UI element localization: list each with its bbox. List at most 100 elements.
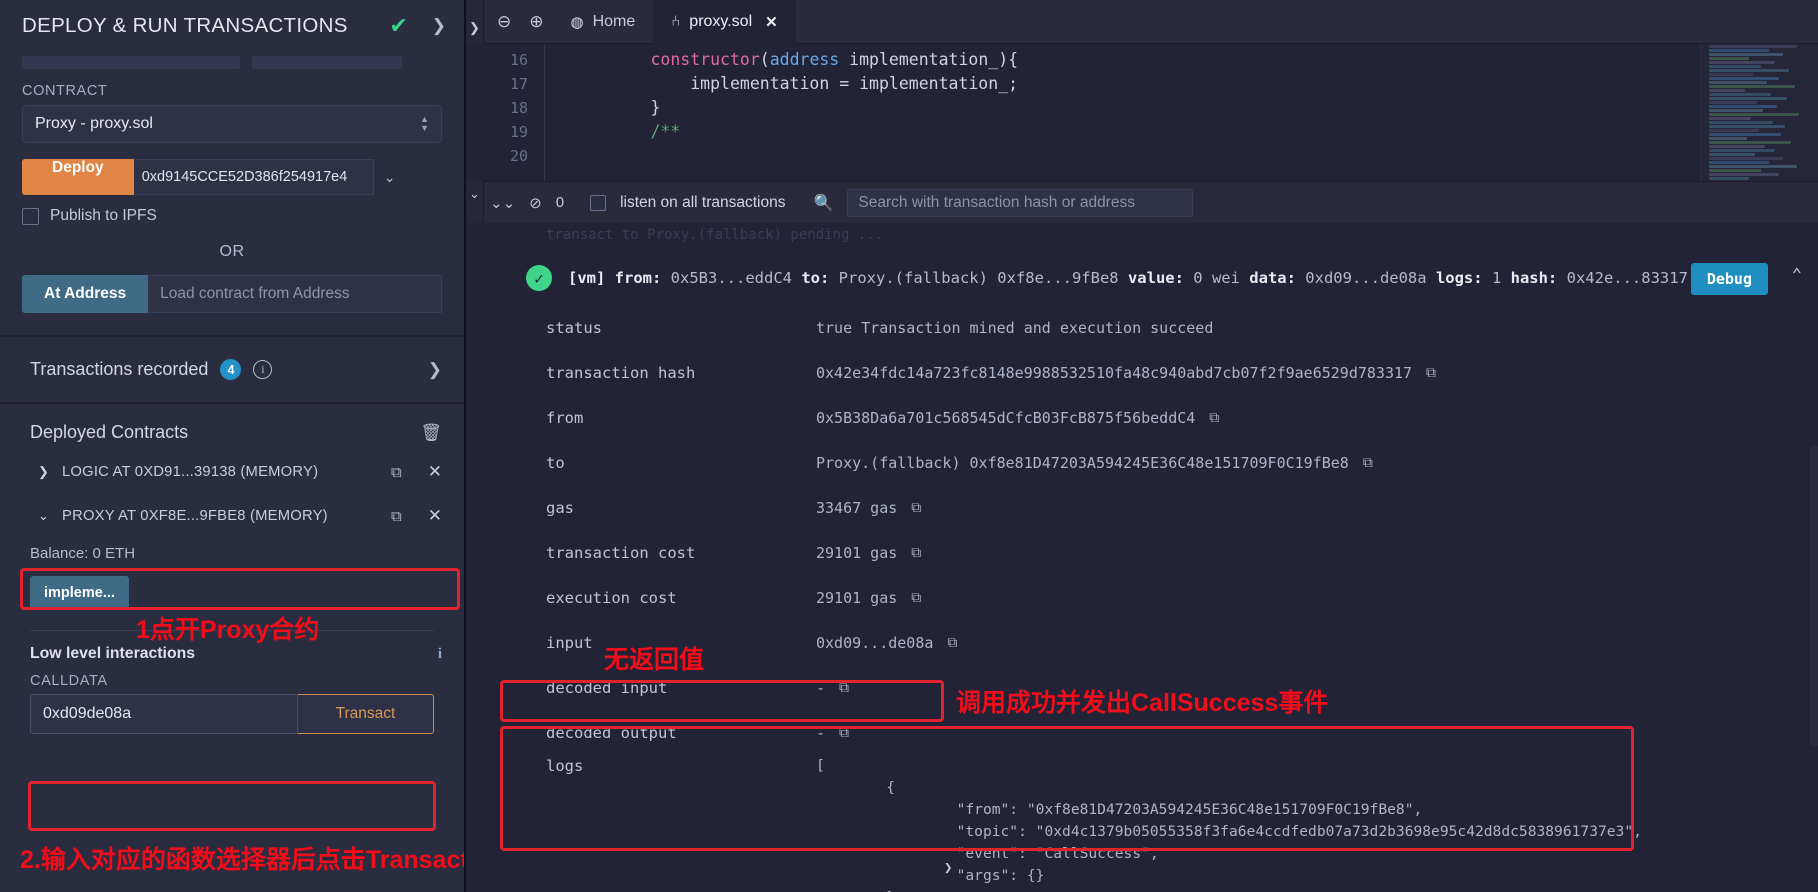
publish-ipfs-label: Publish to IPFS [50, 207, 157, 224]
info-icon[interactable]: i [438, 646, 442, 663]
summary-key: to: [801, 269, 830, 287]
summary-key: from: [614, 269, 662, 287]
info-icon[interactable]: i [253, 360, 273, 379]
chevron-right-icon[interactable]: ❯ [428, 360, 442, 380]
code-editor[interactable]: 16 17 18 19 20 constructor(address imple… [466, 44, 1818, 181]
copy-icon[interactable]: ⧉ [911, 500, 921, 516]
zoom-out-icon[interactable]: ⊖ [497, 12, 511, 32]
summary-value: 0xd09...de08a [1295, 269, 1436, 287]
search-icon[interactable]: 🔍 [813, 193, 833, 213]
summary-value: 0x42e...83317 [1557, 269, 1688, 287]
editor-minimap[interactable] [1700, 44, 1818, 181]
publish-ipfs-row[interactable]: Publish to IPFS [22, 207, 442, 225]
chevron-right-icon[interactable]: ❯ [432, 16, 446, 36]
implementation-button[interactable]: impleme... [30, 576, 129, 610]
copy-icon[interactable]: ⧉ [1363, 455, 1373, 471]
minimap-line [1709, 45, 1797, 48]
chevron-down-icon[interactable]: ⌄ [466, 186, 483, 202]
deployed-contracts-title: Deployed Contracts [30, 422, 189, 442]
minimap-line [1709, 161, 1769, 164]
copy-icon[interactable]: ⧉ [911, 545, 921, 561]
transaction-summary-header[interactable]: ✓ [vm] from: 0x5B3...eddC4 to: Proxy.(fa… [484, 243, 1818, 295]
tab-proxy-sol[interactable]: ⑃ proxy.sol ✕ [653, 0, 796, 44]
copy-icon[interactable]: ⧉ [391, 464, 402, 481]
minimap-line [1709, 61, 1775, 64]
copy-icon[interactable]: ⧉ [391, 508, 402, 525]
close-icon[interactable]: ✕ [428, 506, 442, 526]
chevron-down-icon[interactable]: ⌄ [38, 508, 50, 524]
placeholder-bar-right [252, 56, 402, 69]
copy-icon[interactable]: ⧉ [947, 635, 957, 651]
deployed-contract-logic[interactable]: ❯ LOGIC AT 0XD91...39138 (MEMORY) ⧉ ✕ [0, 453, 464, 491]
contract-select[interactable]: Proxy - proxy.sol ▲ ▼ [22, 105, 442, 143]
deployed-contract-proxy[interactable]: ⌄ PROXY AT 0XF8E...9FBE8 (MEMORY) ⧉ ✕ [0, 497, 464, 535]
copy-icon[interactable]: ⧉ [1209, 410, 1219, 426]
deploy-button[interactable]: Deploy [22, 159, 134, 195]
detail-row: execution cost 29101 gas ⧉ [484, 575, 1818, 620]
close-icon[interactable]: ✕ [428, 462, 442, 482]
detail-key: execution cost [546, 588, 677, 607]
detail-value-wrap: - ⧉ [816, 724, 849, 742]
copy-icon[interactable]: ⧉ [839, 680, 849, 696]
line-number: 20 [509, 147, 528, 165]
code-token: /** [650, 122, 681, 141]
search-input[interactable]: Search with transaction hash or address [847, 188, 1194, 217]
code-line: } [571, 96, 1818, 120]
chevron-down-icon[interactable]: ⌄ [384, 169, 396, 186]
transactions-recorded-row[interactable]: Transactions recorded 4 i ❯ [0, 337, 464, 402]
chevron-right-icon[interactable]: ❯ [466, 20, 483, 36]
calldata-input[interactable]: 0xd09de08a [30, 694, 298, 734]
main-area: ❯ ⌄ ⌄ ⊖ ⊕ ◍ Home ⑃ proxy.sol ✕ 16 17 18 [466, 0, 1818, 892]
copy-icon[interactable]: ⧉ [1426, 365, 1436, 381]
placeholder-bar-left [22, 56, 240, 69]
deploy-run-panel: DEPLOY & RUN TRANSACTIONS ✔ ❯ CONTRACT P… [0, 0, 466, 892]
listen-all-transactions-checkbox[interactable] [590, 194, 607, 211]
terminal-panel[interactable]: transact to Proxy.(fallback) pending ...… [466, 223, 1818, 892]
minimap-line [1709, 69, 1789, 72]
detail-value: 0x42e34fdc14a723fc8148e9988532510fa48c94… [816, 363, 1413, 382]
copy-icon[interactable]: ⧉ [839, 725, 849, 741]
balance-label: Balance: 0 ETH [30, 545, 136, 562]
contract-name-label: PROXY AT 0XF8E...9FBE8 (MEMORY) [62, 508, 328, 524]
transact-button[interactable]: Transact [298, 694, 434, 734]
clear-console-icon[interactable]: ⊘ [529, 194, 542, 212]
minimap-line [1709, 89, 1745, 92]
tab-home[interactable]: ◍ Home [553, 0, 654, 44]
chevron-up-icon[interactable]: ⌃ [1792, 265, 1802, 285]
detail-value: Proxy.(fallback) 0xf8e81D47203A594245E36… [816, 453, 1349, 472]
detail-row: to Proxy.(fallback) 0xf8e81D47203A594245E… [484, 440, 1818, 485]
detail-row: transaction hash 0x42e34fdc14a723fc8148e9… [484, 350, 1818, 395]
minimap-line [1709, 101, 1757, 104]
debug-button[interactable]: Debug [1690, 263, 1768, 295]
copy-icon[interactable]: ⧉ [911, 590, 921, 606]
terminal-scrollbar-vertical[interactable] [1810, 446, 1818, 746]
deploy-address-input[interactable]: 0xd9145CCE52D386f254917e4 [133, 159, 374, 195]
summary-value: Proxy.(fallback) 0xf8e...9fBe8 [829, 269, 1128, 287]
chevron-updown-icon[interactable]: ▲ ▼ [420, 115, 429, 133]
detail-row: status true Transaction mined and executi… [484, 305, 1818, 350]
minimap-line [1709, 53, 1783, 56]
line-number: 17 [509, 75, 528, 93]
collapse-all-icon[interactable]: ⌄⌄ [490, 194, 515, 212]
home-icon: ◍ [570, 13, 584, 31]
contract-label: CONTRACT [22, 83, 108, 99]
annotation-call-success: 调用成功并发出CallSuccess事件 [956, 689, 1329, 717]
code-content[interactable]: constructor(address implementation_){ im… [544, 44, 1818, 181]
trash-icon[interactable]: 🗑 [420, 423, 442, 443]
minimap-line [1709, 153, 1755, 156]
tab-proxy-sol-label: proxy.sol [689, 12, 753, 30]
transaction-logs-row: logs [ { "from": "0xf8e81D47203A594245E3… [484, 755, 1818, 892]
detail-value-wrap: 33467 gas ⧉ [816, 499, 921, 517]
minimap-line [1709, 49, 1769, 52]
detail-value: - [816, 723, 826, 742]
chevron-right-icon[interactable]: ❯ [38, 464, 50, 480]
publish-ipfs-checkbox[interactable] [22, 207, 39, 225]
minimap-line [1709, 73, 1753, 76]
detail-value-wrap: Proxy.(fallback) 0xf8e81D47203A594245E36… [816, 454, 1373, 472]
summary-value: 0 wei [1183, 269, 1250, 287]
chevron-right-icon-bottom[interactable]: ❯ [944, 860, 952, 876]
zoom-in-icon[interactable]: ⊕ [529, 12, 543, 32]
at-address-input[interactable]: Load contract from Address [148, 275, 442, 313]
at-address-button[interactable]: At Address [22, 275, 149, 313]
close-icon[interactable]: ✕ [765, 13, 778, 31]
